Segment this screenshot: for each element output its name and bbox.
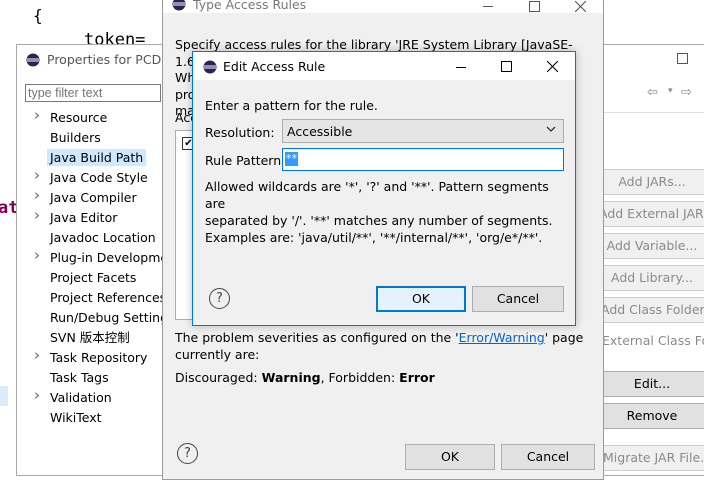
edit-rule-prompt: Enter a pattern for the rule. [205,98,378,113]
tree-item[interactable]: › Validation [17,386,167,407]
chevron-down-icon [545,123,557,138]
tree-item[interactable]: › Java Compiler [17,186,167,207]
tree-item[interactable]: Run/Debug Settings [17,307,175,327]
tree-item[interactable]: Task Tags [17,367,167,387]
gutter-marker [0,386,8,406]
rule-pattern-input[interactable]: ** [282,148,564,171]
property-tree: › Resource Builders Java Build Path › Java Co… [17,106,181,437]
properties-title: Properties for PCDN [47,52,171,67]
add-jars-button[interactable]: Add JARs... [592,169,704,195]
edit-rule-ok-button[interactable]: OK [376,286,466,312]
tree-item[interactable]: Builders [17,127,167,147]
tree-item-label: Run/Debug Settings [50,310,175,325]
tree-item-label: Task Repository [50,350,148,365]
tree-item-label: Validation [50,390,112,405]
resolution-select[interactable]: Accessible [282,119,564,143]
chevron-right-icon[interactable]: › [34,106,40,124]
tree-item-label: Java Editor [50,210,118,225]
eclipse-icon [26,53,40,67]
discouraged-label: Discouraged: [175,370,262,385]
problem-severity-text: The problem severities as configured on … [175,329,595,363]
tree-item[interactable]: › Task Repository [17,346,167,367]
tree-item-label: Builders [50,130,101,145]
chevron-right-icon[interactable]: › [34,346,40,364]
tree-item[interactable]: Project Facets [17,267,167,287]
wildcard-help-line2: separated by '/'. '**' matches any numbe… [205,213,553,228]
tree-item[interactable]: Javadoc Location [17,227,167,247]
type-access-maximize-button[interactable] [529,0,549,15]
type-access-titlebar: Type Access Rules [163,0,603,13]
tree-item[interactable]: › Resource [17,106,167,127]
tree-item-label: Java Compiler [50,190,137,205]
tree-item[interactable]: › Java Editor [17,206,167,227]
chevron-right-icon[interactable]: › [34,386,40,404]
type-access-ok-button[interactable]: OK [405,444,495,470]
tree-item-label: Project Facets [50,270,137,285]
help-icon[interactable]: ? [177,443,198,464]
chevron-right-icon[interactable]: › [34,186,40,204]
tree-item-label: Task Tags [50,370,109,385]
wildcard-help: Allowed wildcards are '*', '?' and '**'.… [205,178,570,246]
chevron-right-icon[interactable]: › [34,206,40,224]
edit-rule-close-button[interactable] [546,60,559,75]
external-class-folder-button[interactable]: External Class Folder... [592,329,704,355]
code-brace: { [33,6,43,25]
properties-maximize-button[interactable] [672,50,692,68]
problem-suffix: ' page [544,330,584,345]
add-variable-button[interactable]: Add Variable... [592,233,704,259]
tree-item-label: Java Code Style [50,170,148,185]
eclipse-icon [172,0,186,11]
add-external-jars-button[interactable]: Add External JARs... [592,201,704,227]
tree-item-label: Java Build Path [47,149,147,166]
edit-rule-titlebar: Edit Access Rule [193,52,575,80]
tree-item-label: Resource [50,110,108,125]
header-separator [587,112,704,113]
tree-item[interactable]: Project References [17,287,167,307]
type-access-minimize-button[interactable] [483,0,503,15]
edit-rule-maximize-button[interactable] [501,60,512,75]
tree-item[interactable]: Java Build Path [17,147,167,167]
tree-item[interactable]: › Plug-in Development [17,246,181,267]
discouraged-value: Warning [261,370,321,385]
resolution-label: Resolution: [205,125,275,140]
type-access-close-button[interactable] [574,0,595,15]
tree-item-label: Javadoc Location [50,230,156,245]
problem-line2: currently are: [175,347,260,362]
remove-button[interactable]: Remove [592,403,704,429]
migrate-jar-button[interactable]: Migrate JAR File... [592,445,704,471]
forbidden-label: , Forbidden: [320,370,400,385]
forbidden-value: Error [399,370,435,385]
edit-rule-minimize-button[interactable] [456,61,467,76]
dropdown-arrow-icon[interactable]: ▾ [668,86,673,96]
wildcard-help-line1: Allowed wildcards are '*', '?' and '**'.… [205,179,549,211]
back-arrow-icon[interactable]: ⇦ [647,85,658,100]
forward-arrow-icon[interactable]: ⇨ [681,85,692,100]
severity-summary: Discouraged: Warning, Forbidden: Error [175,370,435,385]
tree-item-label: WikiText [50,410,102,425]
help-icon[interactable]: ? [209,288,230,309]
chevron-right-icon[interactable]: › [34,166,40,184]
resolution-value: Accessible [287,124,353,139]
wildcard-help-line3: Examples are: 'java/util/**', '**/intern… [205,230,543,245]
tree-item[interactable]: WikiText [17,407,167,427]
eclipse-icon [203,60,217,74]
type-access-cancel-button[interactable]: Cancel [501,444,595,470]
tree-item[interactable]: › Java Code Style [17,166,167,187]
add-class-folder-button[interactable]: Add Class Folder... [592,297,704,323]
tree-item-label: Project References [50,290,167,305]
rule-pattern-label: Rule Pattern: [205,153,286,168]
chevron-right-icon[interactable]: › [34,246,40,264]
filter-input[interactable] [25,84,161,102]
edit-rule-cancel-button[interactable]: Cancel [472,286,564,312]
rule-pattern-value: ** [285,152,298,166]
type-access-title: Type Access Rules [193,0,307,12]
edit-rule-title: Edit Access Rule [223,59,326,74]
add-library-button[interactable]: Add Library... [592,265,704,291]
tree-item[interactable]: SVN 版本控制 [17,327,167,347]
edit-access-rule-dialog: Edit Access Rule Enter a pattern for the… [192,51,576,326]
problem-prefix: The problem severities as configured on … [175,330,459,345]
tree-item-label: SVN 版本控制 [50,330,130,345]
error-warning-link[interactable]: Error/Warning [459,330,545,345]
edit-button[interactable]: Edit... [592,371,704,397]
